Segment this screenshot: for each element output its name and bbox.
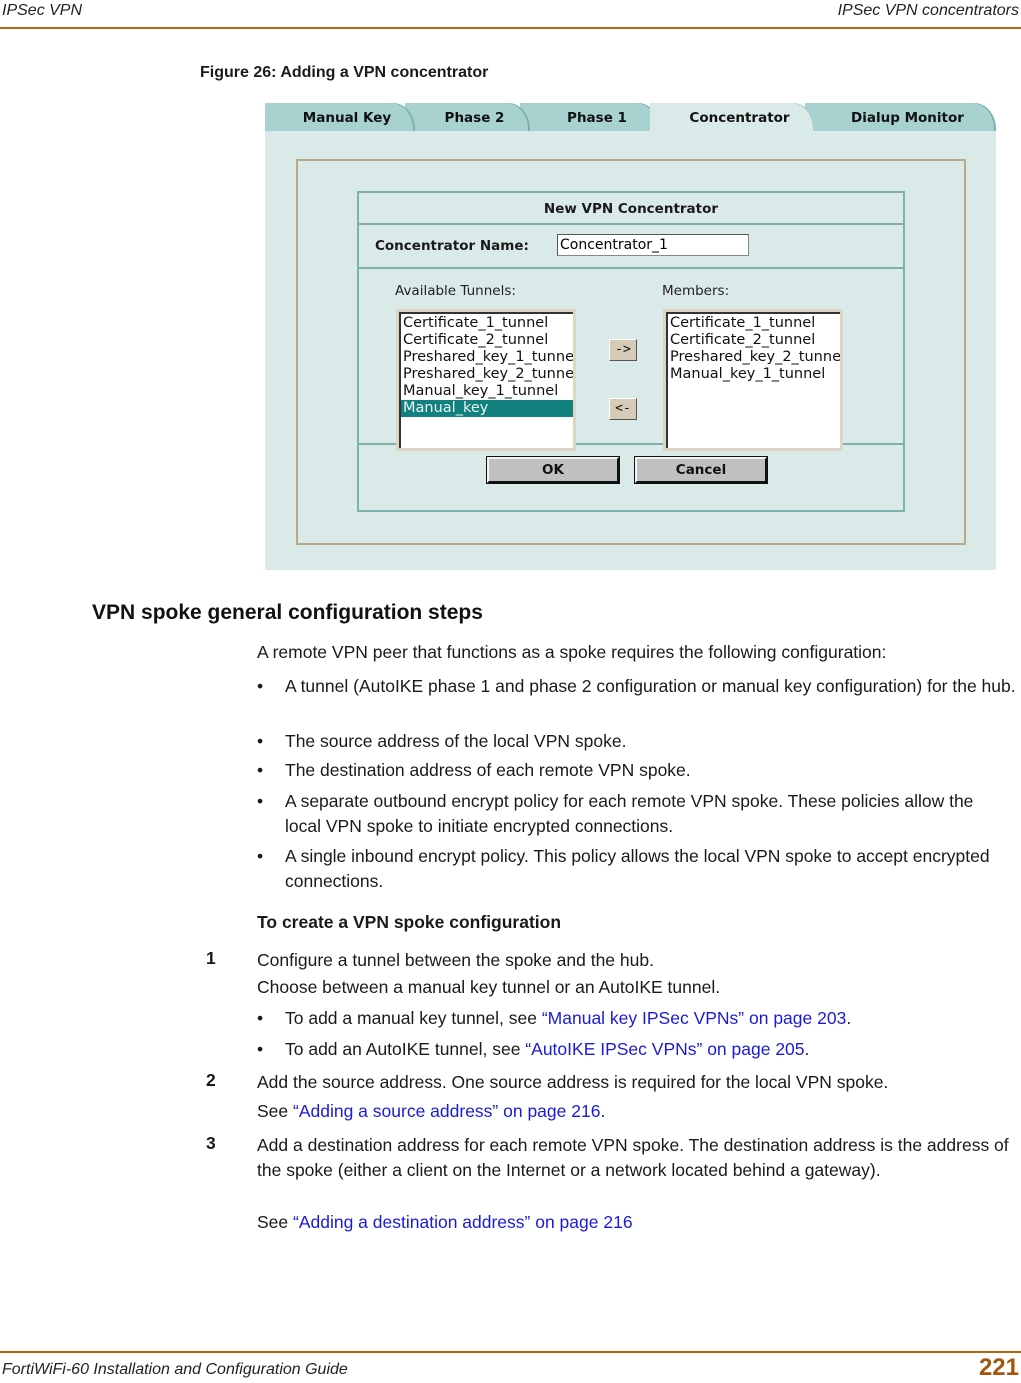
tunnels-row: Available Tunnels: Members: Certificate_… [359, 269, 903, 451]
running-header-section: IPSec VPN concentrators [837, 2, 1019, 19]
intro-paragraph: A remote VPN peer that functions as a sp… [257, 642, 887, 662]
cancel-button[interactable]: Cancel [634, 456, 768, 484]
ok-button[interactable]: OK [486, 456, 620, 484]
members-label: Members: [662, 283, 730, 299]
tab-dialup-monitor[interactable]: Dialup Monitor [805, 103, 996, 131]
available-tunnel-option[interactable]: Manual_key_1_tunnel [401, 383, 573, 400]
step-see-also: See “Adding a destination address” on pa… [257, 1212, 633, 1232]
member-option[interactable]: Preshared_key_2_tunnel [668, 349, 840, 366]
concentrator-name-input[interactable] [557, 234, 749, 256]
bullet-icon: • [257, 791, 264, 811]
step-see-also: See “Adding a source address” on page 21… [257, 1101, 606, 1121]
form-title: New VPN Concentrator [359, 193, 903, 225]
footer-rule [0, 1351, 1021, 1353]
step-text: Configure a tunnel between the spoke and… [257, 950, 654, 970]
add-member-button[interactable]: -> [609, 339, 637, 361]
tab-phase-2[interactable]: Phase 2 [405, 103, 530, 131]
tab-concentrator[interactable]: Concentrator [650, 103, 815, 131]
step-number: 3 [206, 1133, 216, 1153]
member-option[interactable]: Certificate_2_tunnel [668, 332, 840, 349]
available-tunnel-option[interactable]: Certificate_1_tunnel [401, 315, 573, 332]
step-text: Add a destination address for each remot… [257, 1135, 1009, 1180]
step-subtext: Choose between a manual key tunnel or an… [257, 977, 721, 997]
vpn-concentrator-screenshot: Manual Key Phase 2 Phase 1 Concentrator … [265, 103, 996, 570]
bullet-icon: • [257, 846, 264, 866]
section-heading: VPN spoke general configuration steps [92, 601, 483, 624]
members-list[interactable]: Certificate_1_tunnel Certificate_2_tunne… [663, 309, 843, 451]
available-tunnel-option[interactable]: Preshared_key_2_tunnel [401, 366, 573, 383]
member-option[interactable]: Manual_key_1_tunnel [668, 366, 840, 383]
step-number: 1 [206, 948, 216, 968]
destination-address-link[interactable]: “Adding a destination address” on page 2… [293, 1212, 633, 1232]
form-buttons: OK Cancel [359, 445, 903, 510]
tab-phase-1[interactable]: Phase 1 [520, 103, 660, 131]
procedure-title: To create a VPN spoke configuration [257, 912, 562, 932]
bullet-icon: • [257, 760, 264, 780]
available-tunnel-option-selected[interactable]: Manual_key [401, 400, 573, 417]
remove-member-button[interactable]: <- [609, 398, 637, 420]
header-rule [0, 27, 1021, 29]
available-tunnels-label: Available Tunnels: [395, 283, 516, 299]
page-number: 221 [978, 1354, 1019, 1381]
bullet-icon: • [257, 731, 264, 751]
manual-key-ipsec-link[interactable]: “Manual key IPSec VPNs” on page 203 [542, 1008, 846, 1028]
bullet-icon: • [257, 1039, 264, 1059]
bullet-icon: • [257, 676, 264, 696]
running-header-chapter: IPSec VPN [2, 2, 83, 19]
bullet-icon: • [257, 1008, 264, 1028]
step-text: Add the source address. One source addre… [257, 1072, 889, 1092]
concentrator-name-row: Concentrator Name: [359, 225, 903, 269]
available-tunnel-option[interactable]: Certificate_2_tunnel [401, 332, 573, 349]
available-tunnel-option[interactable]: Preshared_key_1_tunnel [401, 349, 573, 366]
footer-guide-title: FortiWiFi-60 Installation and Configurat… [2, 1361, 348, 1378]
tab-bar: Manual Key Phase 2 Phase 1 Concentrator … [265, 103, 996, 131]
concentrator-name-label: Concentrator Name: [375, 238, 529, 254]
figure-caption: Figure 26: Adding a VPN concentrator [200, 64, 489, 81]
tab-manual-key[interactable]: Manual Key [265, 103, 415, 131]
available-tunnels-list[interactable]: Certificate_1_tunnel Certificate_2_tunne… [396, 309, 576, 451]
step-number: 2 [206, 1070, 216, 1090]
source-address-link[interactable]: “Adding a source address” on page 216 [293, 1101, 600, 1121]
member-option[interactable]: Certificate_1_tunnel [668, 315, 840, 332]
new-concentrator-form: New VPN Concentrator Concentrator Name: … [357, 191, 905, 512]
autoike-ipsec-link[interactable]: “AutoIKE IPSec VPNs” on page 205 [525, 1039, 804, 1059]
